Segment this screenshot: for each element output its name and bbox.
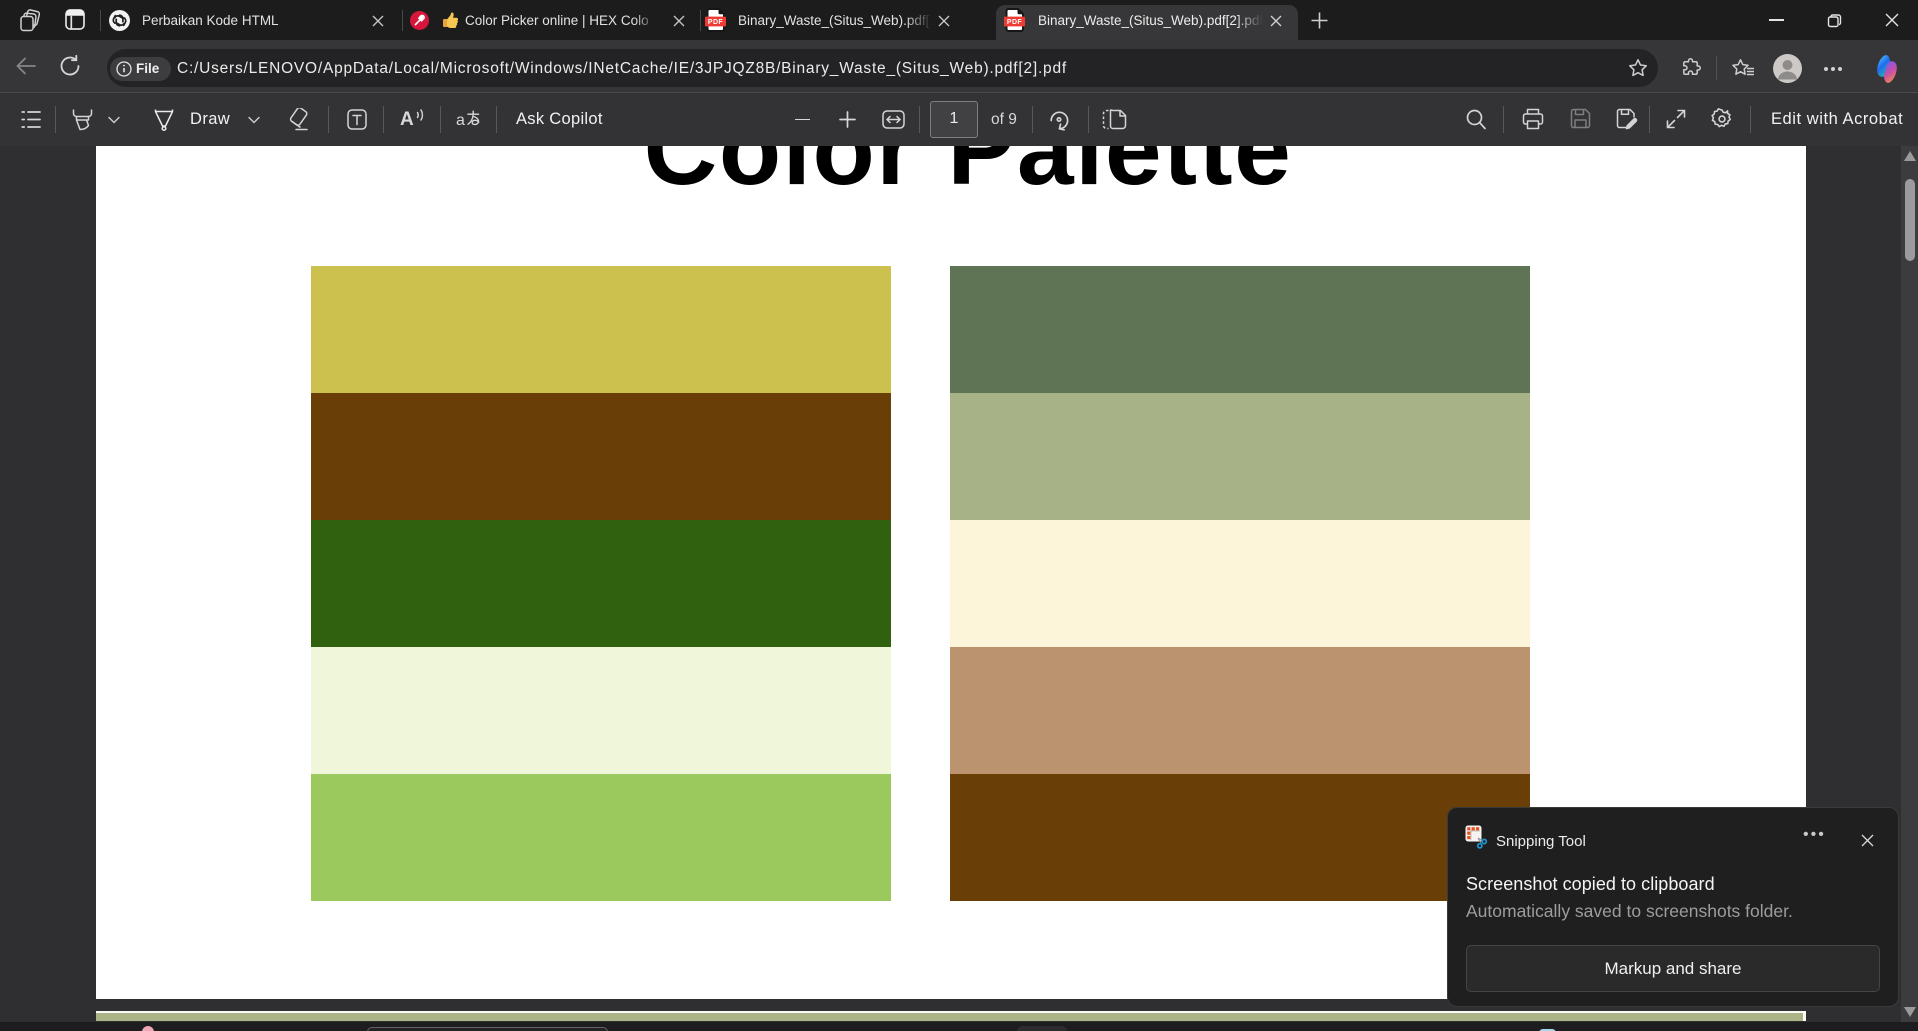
svg-text:PDF: PDF xyxy=(708,19,724,26)
svg-text:PDF: PDF xyxy=(1007,19,1023,26)
